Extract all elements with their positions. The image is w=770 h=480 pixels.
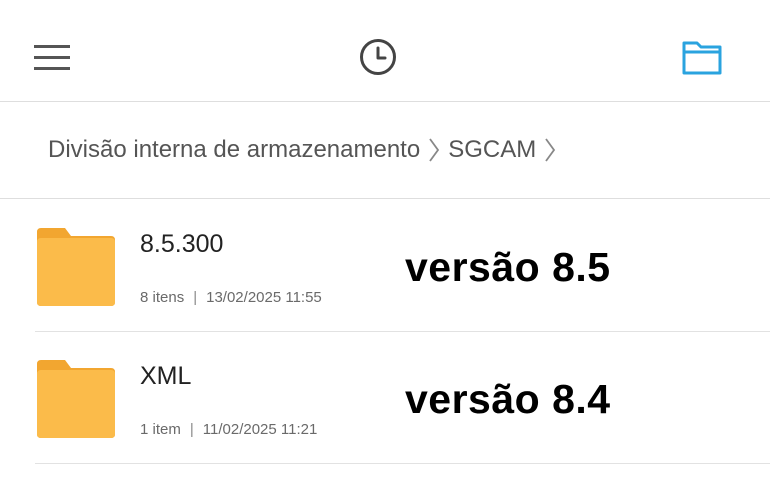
folder-icon bbox=[37, 228, 115, 306]
item-count: 1 item bbox=[140, 421, 181, 438]
folder-meta: 1 item | 11/02/2025 11:21 bbox=[140, 421, 318, 438]
breadcrumb: Divisão interna de armazenamento SGCAM bbox=[0, 102, 770, 199]
clock-icon bbox=[360, 39, 396, 75]
folder-name: XML bbox=[140, 362, 192, 390]
storage-browser-button[interactable] bbox=[676, 34, 728, 80]
list-item-folder-xml[interactable]: XML 1 item | 11/02/2025 11:21 versão 8.4 bbox=[0, 332, 770, 464]
modified-date: 13/02/2025 11:55 bbox=[206, 289, 322, 306]
breadcrumb-item-sgcam[interactable]: SGCAM bbox=[448, 136, 536, 164]
breadcrumb-item-internal-storage[interactable]: Divisão interna de armazenamento bbox=[48, 136, 420, 164]
hamburger-menu-icon bbox=[34, 45, 70, 70]
list-item-folder-8-5-300[interactable]: 8.5.300 8 itens | 13/02/2025 11:55 versão … bbox=[0, 200, 770, 332]
version-annotation: versão 8.4 bbox=[405, 376, 611, 422]
recent-files-button[interactable] bbox=[354, 34, 402, 80]
folder-name: 8.5.300 bbox=[140, 230, 224, 258]
modified-date: 11/02/2025 11:21 bbox=[202, 421, 318, 438]
item-count: 8 itens bbox=[140, 289, 185, 306]
chevron-right-icon bbox=[544, 138, 556, 162]
divider bbox=[35, 463, 770, 464]
menu-button[interactable] bbox=[28, 34, 76, 80]
version-annotation: versão 8.5 bbox=[405, 244, 611, 290]
folder-outline-icon bbox=[682, 41, 722, 75]
chevron-right-icon bbox=[428, 138, 440, 162]
top-app-bar bbox=[0, 0, 770, 102]
folder-meta: 8 itens | 13/02/2025 11:55 bbox=[140, 289, 322, 306]
folder-icon bbox=[37, 360, 115, 438]
